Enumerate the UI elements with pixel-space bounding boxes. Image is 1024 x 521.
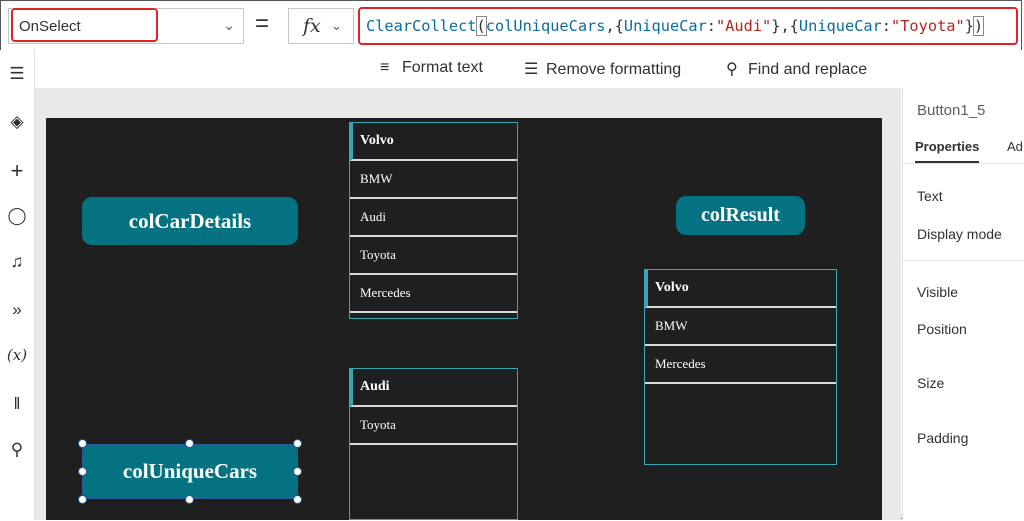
gallery-car-details[interactable]: Volvo BMW Audi Toyota Mercedes — [349, 122, 518, 319]
layers-icon[interactable]: ◈ — [6, 112, 28, 132]
formula-collection: colUniqueCars — [485, 17, 606, 35]
remove-formatting-button[interactable]: ☰ Remove formatting — [524, 59, 681, 79]
hamburger-icon[interactable]: ☰ — [6, 64, 28, 84]
formula-open-paren: ( — [475, 16, 487, 36]
gallery-row[interactable]: Mercedes — [645, 346, 836, 384]
variables-icon[interactable]: (x) — [6, 346, 28, 364]
formula-function: ClearCollect — [366, 17, 477, 35]
tools-icon[interactable]: ‖ — [6, 394, 28, 414]
formula-text: ClearCollect(colUniqueCars,{UniqueCar:"A… — [366, 16, 985, 36]
gallery-row[interactable]: BMW — [645, 308, 836, 346]
find-replace-label: Find and replace — [748, 61, 868, 78]
col-car-details-button[interactable]: colCarDetails — [82, 197, 298, 245]
prop-label-padding: Padding — [917, 430, 969, 446]
divider — [903, 260, 1023, 261]
remove-formatting-label: Remove formatting — [546, 61, 682, 78]
prop-label-display-mode: Display mode — [917, 226, 1002, 242]
col-result-button[interactable]: colResult — [676, 196, 805, 235]
data-icon[interactable]: ◯ — [6, 206, 28, 226]
formula-string: "Toyota" — [891, 17, 965, 35]
chevron-down-icon: ⌄ — [331, 18, 342, 33]
prop-label-text: Text — [917, 188, 943, 204]
media-icon[interactable]: ♫ — [6, 252, 28, 272]
gallery-result[interactable]: Volvo BMW Mercedes — [644, 269, 837, 465]
gallery-row[interactable]: Toyota — [350, 407, 517, 445]
formula-string: "Audi" — [716, 17, 772, 35]
gallery-unique-cars[interactable]: Audi Toyota — [349, 368, 518, 520]
gallery-row[interactable]: Mercedes — [350, 275, 517, 313]
format-text-icon: ≡ — [380, 59, 390, 76]
resize-handle[interactable] — [185, 495, 194, 504]
formula-sep: ,{ — [605, 17, 624, 35]
tab-advanced[interactable]: Ad — [1007, 139, 1023, 154]
control-name: Button1_5 — [917, 102, 986, 119]
fx-icon: fx — [303, 15, 321, 37]
formula-key: UniqueCar — [798, 17, 882, 35]
gallery-row[interactable]: Audi — [350, 199, 517, 237]
chevron-down-icon: ⌄ — [223, 17, 235, 33]
equals-sign: = — [255, 10, 270, 37]
formula-sep: } — [964, 17, 974, 35]
gallery-row[interactable]: Volvo — [645, 270, 836, 308]
search-icon[interactable]: ⚲ — [6, 440, 28, 460]
resize-handle[interactable] — [293, 495, 302, 504]
formula-key: UniqueCar — [623, 17, 707, 35]
prop-label-size: Size — [917, 375, 945, 391]
gallery-row[interactable]: Audi — [350, 369, 517, 407]
gallery-row[interactable]: Toyota — [350, 237, 517, 275]
app-screen: colCarDetails colUniqueCars colResult Vo… — [46, 118, 882, 520]
resize-handle[interactable] — [78, 495, 87, 504]
search-icon: ⚲ — [726, 61, 738, 78]
plus-icon[interactable]: + — [6, 158, 28, 184]
resize-handle[interactable] — [293, 439, 302, 448]
gallery-row[interactable]: BMW — [350, 161, 517, 199]
selection-frame — [82, 444, 298, 499]
remove-formatting-icon: ☰ — [524, 61, 539, 78]
formula-close-paren: ) — [972, 16, 985, 36]
resize-handle[interactable] — [293, 467, 302, 476]
resize-handle[interactable] — [78, 439, 87, 448]
formula-colon: : — [706, 17, 716, 35]
gallery-row[interactable]: Volvo — [350, 123, 517, 161]
left-rail: ☰ ◈ + ◯ ♫ » (x) ‖ ⚲ — [0, 50, 35, 520]
properties-panel: Button1_5 Properties Ad Text Display mod… — [902, 88, 1023, 520]
divider — [903, 163, 1023, 164]
find-replace-button[interactable]: ⚲ Find and replace — [726, 59, 867, 79]
formula-input[interactable]: ClearCollect(colUniqueCars,{UniqueCar:"A… — [358, 7, 1018, 45]
resize-handle[interactable] — [78, 467, 87, 476]
format-toolbar: ≡ Format text ☰ Remove formatting ⚲ Find an… — [358, 50, 1022, 89]
formula-colon: : — [881, 17, 892, 35]
property-highlight-box — [11, 8, 158, 42]
fx-button[interactable]: fx ⌄ — [288, 8, 354, 44]
resize-handle[interactable] — [185, 439, 194, 448]
prop-label-position: Position — [917, 321, 967, 337]
format-text-label: Format text — [402, 59, 483, 76]
prop-label-visible: Visible — [917, 284, 958, 300]
format-text-button[interactable]: ≡ Format text — [380, 59, 483, 77]
tab-properties[interactable]: Properties — [915, 139, 979, 154]
formula-sep: },{ — [771, 17, 799, 35]
power-automate-icon[interactable]: » — [6, 300, 28, 320]
